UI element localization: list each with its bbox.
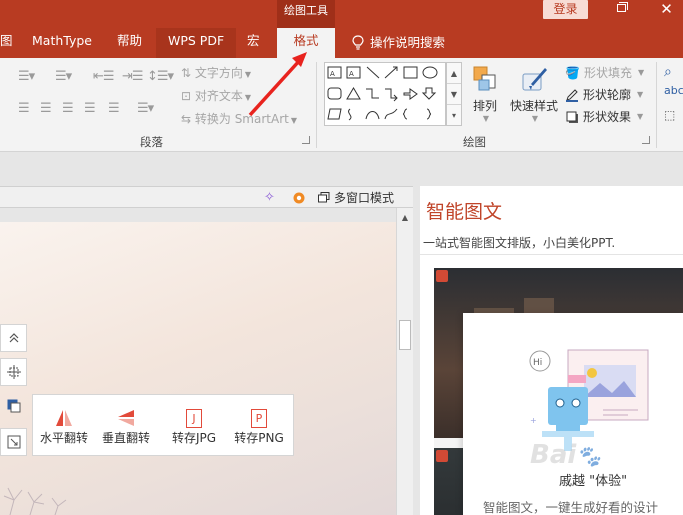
decrease-indent-icon[interactable]: ⇤☰ — [93, 69, 115, 84]
tab-macro[interactable]: 宏 — [247, 28, 260, 58]
drawing-group-label: 绘图 — [463, 135, 486, 149]
template-badge-icon — [436, 270, 448, 282]
gallery-scroll[interactable]: ▲ ▼ ▾ — [446, 62, 462, 126]
experience-popup: Hi + 戚越 "体验" 智能图文，一键生成好看的设计 — [463, 313, 683, 515]
restore-icon — [617, 4, 626, 12]
login-button[interactable]: 登录 — [543, 0, 588, 19]
title-tab-bar: 绘图工具 登录 ✕ 图 MathType 帮助 WPS PDF 宏 格式 操作说… — [0, 0, 683, 58]
scroll-thumb[interactable] — [399, 320, 411, 350]
floating-toolbar: 水平翻转 垂直翻转 J 转存JPG P 转存PNG — [32, 394, 294, 456]
resize-diagonal-icon — [7, 435, 20, 449]
panel-title: 智能图文 — [426, 201, 503, 223]
quick-styles-icon — [522, 68, 547, 91]
save-jpg-button[interactable]: J 转存JPG — [169, 407, 219, 446]
collapse-up-button[interactable] — [0, 324, 27, 352]
tab-mathtype[interactable]: MathType — [32, 28, 92, 58]
multi-window-button[interactable]: 多窗口模式 — [318, 189, 394, 206]
slide-canvas[interactable] — [0, 222, 396, 515]
center-align-button[interactable] — [0, 358, 27, 386]
flip-horizontal-button[interactable]: 水平翻转 — [39, 407, 89, 446]
flip-vertical-button[interactable]: 垂直翻转 — [101, 407, 151, 446]
replace-label[interactable]: abc — [664, 84, 683, 97]
align-text-button[interactable]: ⊡ 对齐文本 ▼ — [181, 87, 251, 104]
bullets-icon[interactable]: ☰▾ — [18, 69, 35, 84]
shape-gallery[interactable]: A A — [324, 62, 446, 126]
select-icon[interactable]: ⬚ — [664, 108, 675, 122]
resize-button[interactable] — [0, 428, 27, 456]
shape-effects-button[interactable]: 形状效果 ▼ — [565, 108, 643, 125]
scroll-up-icon[interactable]: ▲ — [399, 212, 411, 224]
multi-window-icon — [318, 192, 330, 203]
svg-text:A: A — [330, 70, 335, 78]
drawing-dialog-launcher[interactable] — [642, 136, 650, 144]
arrange-icon — [473, 66, 496, 91]
search-label: 操作说明搜索 — [370, 35, 446, 50]
context-group-title: 绘图工具 — [284, 4, 328, 17]
line-spacing-icon[interactable]: ↕☰▾ — [147, 69, 174, 84]
gear-icon — [293, 192, 305, 204]
align-right-icon[interactable]: ☰ — [62, 101, 74, 116]
lightbulb-icon — [352, 35, 364, 50]
arrange-button[interactable]: 排列 ▼ — [470, 64, 500, 123]
magic-wand-icon[interactable]: ✧ — [264, 190, 275, 205]
flip-horizontal-icon — [56, 410, 72, 426]
slide-scrollbar[interactable]: ▲ — [396, 208, 413, 515]
svg-text:Hi: Hi — [533, 358, 542, 368]
shape-outline-button[interactable]: 形状轮廓 ▼ — [565, 86, 643, 103]
layer-button[interactable] — [0, 392, 27, 420]
find-icon[interactable]: ⌕ — [664, 64, 672, 80]
align-text-icon: ⊡ — [181, 89, 195, 103]
quick-styles-button[interactable]: 快速样式 ▼ — [507, 64, 561, 123]
shape-fill-button[interactable]: 🪣 形状填充 ▼ — [565, 64, 644, 81]
gallery-up-icon[interactable]: ▲ — [447, 63, 461, 84]
justify-icon[interactable]: ☰ — [84, 101, 96, 116]
align-left-icon[interactable]: ☰ — [18, 101, 30, 116]
paint-bucket-icon: 🪣 — [565, 65, 580, 80]
flip-vertical-icon — [118, 410, 134, 426]
svg-text:+: + — [530, 416, 537, 425]
pane-toolbar: ✧ 多窗口模式 — [0, 186, 413, 208]
baidu-watermark-logo: Bai🐾 — [530, 440, 602, 470]
tree-decoration — [3, 487, 67, 515]
popup-description: 智能图文，一键生成好看的设计 — [483, 500, 659, 515]
pen-outline-icon — [566, 88, 578, 102]
numbering-icon[interactable]: ☰▾ — [55, 69, 72, 84]
robot-illustration: Hi + — [529, 349, 649, 451]
distributed-icon[interactable]: ☰ — [108, 101, 120, 116]
svg-text:A: A — [349, 70, 354, 78]
panel-subtitle: 一站式智能图文排版，小白美化PPT. — [423, 236, 616, 250]
gallery-more-icon[interactable]: ▾ — [447, 105, 461, 126]
close-window-button[interactable]: ✕ — [650, 0, 683, 19]
tab-wps-pdf[interactable]: WPS PDF — [156, 28, 237, 58]
paragraph-group-label: 段落 — [140, 135, 163, 149]
tab-partial[interactable]: 图 — [0, 28, 13, 58]
increase-indent-icon[interactable]: ⇥☰ — [122, 69, 144, 84]
tab-help[interactable]: 帮助 — [117, 28, 142, 58]
align-center-icon[interactable]: ☰ — [40, 101, 52, 116]
crosshair-icon — [6, 365, 21, 379]
save-png-button[interactable]: P 转存PNG — [231, 407, 287, 446]
gallery-down-icon[interactable]: ▼ — [447, 84, 461, 105]
template-badge-icon — [436, 450, 448, 462]
layers-icon — [7, 399, 20, 413]
shapes-icon-grid: A A — [327, 66, 438, 121]
experience-cta[interactable]: 戚越 "体验" — [559, 470, 627, 489]
convert-smartart-button[interactable]: ⇆ 转换为 SmartArt ▼ — [181, 110, 297, 127]
double-chevron-up-icon — [9, 333, 18, 343]
ribbon: ☰▾ ☰▾ ⇤☰ ⇥☰ ↕☰▾ ☰ ☰ ☰ ☰ ☰ ☰▾ ⇅ 文字方向 ▼ ⊡ 对… — [0, 58, 683, 152]
settings-gear-icon[interactable] — [288, 188, 310, 208]
tell-me-search[interactable]: 操作说明搜索 — [352, 28, 445, 58]
columns-icon[interactable]: ☰▾ — [137, 101, 154, 116]
shape-effects-icon — [566, 111, 578, 123]
text-direction-button[interactable]: ⇅ 文字方向 ▼ — [181, 64, 251, 81]
tab-format[interactable]: 格式 — [277, 28, 335, 58]
paragraph-dialog-launcher[interactable] — [302, 136, 310, 144]
png-file-icon: P — [251, 408, 267, 428]
smartart-icon: ⇆ — [181, 112, 195, 126]
restore-window-button[interactable] — [609, 2, 635, 18]
text-direction-icon: ⇅ — [181, 66, 195, 80]
jpg-file-icon: J — [186, 408, 202, 428]
